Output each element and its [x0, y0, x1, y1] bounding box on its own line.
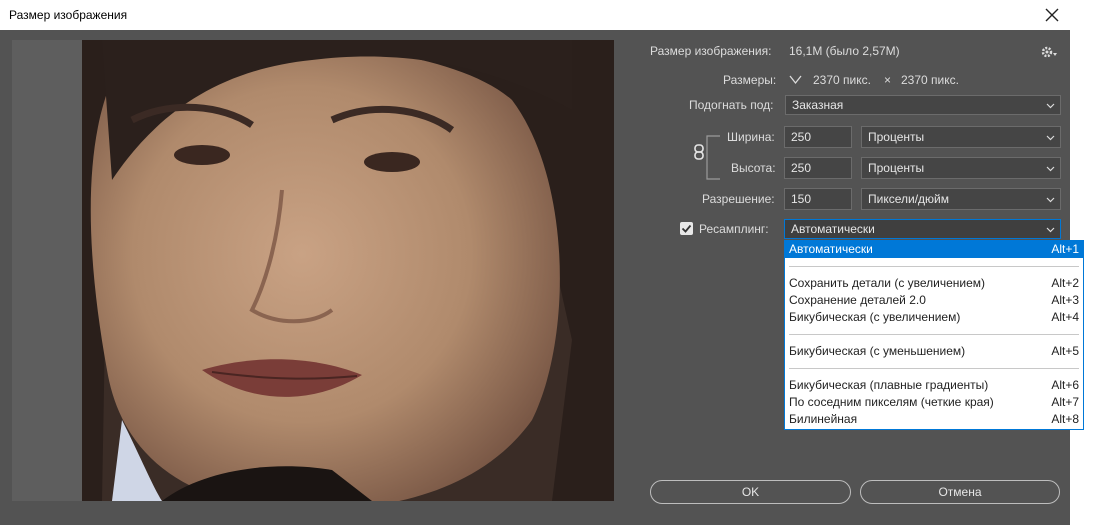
chevron-down-icon — [1046, 103, 1055, 109]
resolution-unit-value: Пиксели/дюйм — [868, 192, 949, 206]
chevron-down-icon — [1046, 135, 1055, 141]
dimensions-label: Размеры: — [723, 73, 777, 87]
dropdown-separator — [789, 334, 1079, 335]
fit-to-label: Подогнать под: — [689, 98, 774, 112]
dropdown-item-preserve-details-2[interactable]: Сохранение деталей 2.0 Alt+3 — [785, 292, 1083, 309]
height-unit-value: Проценты — [868, 161, 925, 175]
dropdown-item-nearest-neighbor[interactable]: По соседним пикселям (четкие края) Alt+7 — [785, 394, 1083, 411]
resample-checkbox[interactable] — [680, 222, 693, 235]
height-label: Высота: — [731, 161, 776, 175]
dropdown-separator — [789, 266, 1079, 267]
width-unit-select[interactable]: Проценты — [861, 126, 1061, 148]
dimensions-separator: × — [884, 73, 892, 87]
dropdown-item-bicubic-smooth[interactable]: Бикубическая (плавные градиенты) Alt+6 — [785, 377, 1083, 394]
close-icon[interactable] — [1040, 3, 1064, 27]
resample-dropdown-list: Автоматически Alt+1 Сохранить детали (с … — [784, 240, 1084, 430]
height-unit-select[interactable]: Проценты — [861, 157, 1061, 179]
resample-label: Ресамплинг: — [699, 222, 769, 236]
chevron-down-icon — [1046, 197, 1055, 203]
dropdown-item-bilinear[interactable]: Билинейная Alt+8 — [785, 411, 1083, 428]
dropdown-separator — [789, 368, 1079, 369]
ok-button[interactable]: OK — [650, 480, 851, 504]
width-input[interactable]: 250 — [784, 126, 852, 148]
resolution-unit-select[interactable]: Пиксели/дюйм — [861, 188, 1061, 210]
chevron-down-icon — [1046, 227, 1055, 233]
chain-link-icon[interactable] — [692, 143, 706, 161]
title-bar: Размер изображения — [0, 0, 1070, 30]
width-label: Ширина: — [727, 130, 775, 144]
gear-icon[interactable] — [1040, 44, 1058, 60]
dropdown-item-preserve-details[interactable]: Сохранить детали (с увеличением) Alt+2 — [785, 275, 1083, 292]
dimensions-toggle-icon[interactable] — [789, 73, 802, 86]
dropdown-item-bicubic-smoother[interactable]: Бикубическая (с увеличением) Alt+4 — [785, 309, 1083, 326]
dropdown-item-automatic[interactable]: Автоматически Alt+1 — [785, 241, 1083, 258]
fit-to-select[interactable]: Заказная — [785, 95, 1061, 115]
fit-to-value: Заказная — [792, 98, 844, 112]
image-size-label: Размер изображения: — [650, 44, 772, 58]
resolution-input[interactable]: 150 — [784, 188, 852, 210]
image-size-value: 16,1M (было 2,57M) — [789, 44, 900, 58]
resample-select[interactable]: Автоматически — [784, 219, 1061, 239]
dimensions-width: 2370 пикс. — [813, 73, 871, 87]
dropdown-item-bicubic-sharper[interactable]: Бикубическая (с уменьшением) Alt+5 — [785, 343, 1083, 360]
height-input[interactable]: 250 — [784, 157, 852, 179]
resolution-label: Разрешение: — [702, 192, 775, 206]
width-unit-value: Проценты — [868, 130, 925, 144]
cancel-button[interactable]: Отмена — [860, 480, 1060, 504]
dimensions-height: 2370 пикс. — [901, 73, 959, 87]
resample-value: Автоматически — [791, 222, 875, 236]
window-title: Размер изображения — [9, 8, 128, 22]
checkmark-icon — [681, 224, 692, 233]
chevron-down-icon — [1046, 166, 1055, 172]
image-preview[interactable] — [12, 40, 614, 501]
